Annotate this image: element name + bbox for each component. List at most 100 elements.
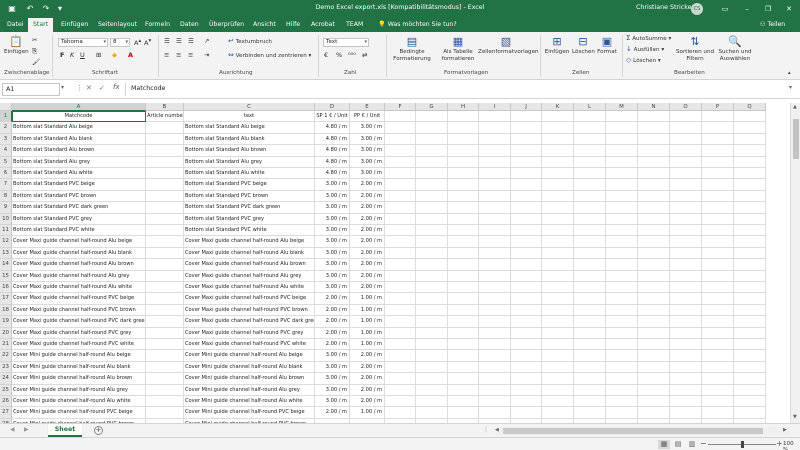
- table-cell[interactable]: [606, 133, 638, 146]
- table-cell[interactable]: [542, 316, 574, 328]
- table-cell[interactable]: Cover Maxi guide channel half-round PVC …: [184, 316, 315, 328]
- table-cell[interactable]: [734, 213, 766, 225]
- header-cell[interactable]: Article number: [146, 111, 184, 123]
- horizontal-scroll-thumb[interactable]: [503, 428, 763, 434]
- header-cell[interactable]: [734, 111, 766, 123]
- table-cell[interactable]: [734, 122, 766, 134]
- table-cell[interactable]: [702, 236, 734, 248]
- more-options-icon[interactable]: ⋮: [483, 426, 489, 433]
- table-cell[interactable]: [606, 270, 638, 282]
- table-cell[interactable]: 3.00 / m: [315, 213, 350, 225]
- table-cell[interactable]: [479, 327, 511, 339]
- table-cell[interactable]: [734, 236, 766, 248]
- table-cell[interactable]: [511, 225, 542, 237]
- table-cell[interactable]: [511, 122, 542, 134]
- table-cell[interactable]: Cover Mini guide channel half-round Alu …: [12, 361, 146, 374]
- restore-icon[interactable]: ❐: [761, 2, 775, 16]
- table-cell[interactable]: [734, 407, 766, 419]
- table-cell[interactable]: [542, 247, 574, 260]
- table-cell[interactable]: Bottom slat Standard PVC dark green: [12, 202, 146, 214]
- table-cell[interactable]: [702, 259, 734, 271]
- table-cell[interactable]: 3.00 / m: [315, 270, 350, 282]
- table-cell[interactable]: [146, 145, 184, 157]
- table-cell[interactable]: [638, 259, 670, 271]
- table-cell[interactable]: [385, 293, 416, 305]
- table-cell[interactable]: [385, 339, 416, 351]
- table-cell[interactable]: [638, 373, 670, 385]
- table-cell[interactable]: [448, 407, 479, 419]
- table-cell[interactable]: [385, 133, 416, 146]
- table-cell[interactable]: [574, 373, 606, 385]
- row-header[interactable]: 13: [0, 247, 12, 260]
- table-cell[interactable]: [670, 259, 702, 271]
- number-format-select[interactable]: Text ▾: [323, 38, 369, 47]
- table-cell[interactable]: [606, 202, 638, 214]
- table-cell[interactable]: [574, 282, 606, 294]
- sheet-tab[interactable]: Sheet: [48, 424, 82, 437]
- column-header-q[interactable]: Q: [734, 103, 766, 111]
- table-cell[interactable]: Bottom slat Standard Alu grey: [184, 156, 315, 168]
- row-header[interactable]: 18: [0, 304, 12, 317]
- table-cell[interactable]: 2.00 / m: [315, 339, 350, 351]
- table-cell[interactable]: [638, 270, 670, 282]
- table-cell[interactable]: [511, 190, 542, 203]
- table-cell[interactable]: [606, 168, 638, 180]
- table-cell[interactable]: [385, 316, 416, 328]
- table-cell[interactable]: [670, 168, 702, 180]
- table-cell[interactable]: [670, 156, 702, 168]
- table-cell[interactable]: 3.00 / m: [315, 384, 350, 396]
- table-cell[interactable]: 3.00 / m: [315, 282, 350, 294]
- table-cell[interactable]: [146, 122, 184, 134]
- italic-button[interactable]: K: [70, 51, 74, 60]
- table-cell[interactable]: [385, 247, 416, 260]
- row-header[interactable]: 19: [0, 316, 12, 328]
- table-cell[interactable]: [670, 316, 702, 328]
- table-cell[interactable]: 3.00 / m: [315, 361, 350, 374]
- table-cell[interactable]: 2.00 / m: [350, 350, 385, 362]
- table-cell[interactable]: [416, 202, 448, 214]
- table-cell[interactable]: [542, 122, 574, 134]
- column-header-d[interactable]: D: [315, 103, 350, 111]
- delete-cells-button[interactable]: ⊟ Löschen: [572, 35, 595, 56]
- table-cell[interactable]: [638, 247, 670, 260]
- table-cell[interactable]: [606, 407, 638, 419]
- font-size-select[interactable]: 8 ▾: [110, 38, 130, 47]
- table-cell[interactable]: Cover Maxi guide channel half-round Alu …: [12, 259, 146, 271]
- table-cell[interactable]: [670, 339, 702, 351]
- table-cell[interactable]: 2.00 / m: [315, 304, 350, 317]
- table-cell[interactable]: [734, 190, 766, 203]
- row-header[interactable]: 12: [0, 236, 12, 248]
- table-cell[interactable]: [479, 407, 511, 419]
- table-cell[interactable]: [542, 156, 574, 168]
- table-cell[interactable]: [385, 190, 416, 203]
- autosum-button[interactable]: Σ AutoSumme ▾: [626, 35, 671, 43]
- table-cell[interactable]: [416, 316, 448, 328]
- row-header[interactable]: 6: [0, 168, 12, 180]
- shrink-font-icon[interactable]: A▾: [144, 37, 151, 48]
- insert-cells-button[interactable]: ⊞ Einfügen: [544, 35, 570, 56]
- table-cell[interactable]: [448, 327, 479, 339]
- align-right-icon[interactable]: ≡: [188, 51, 193, 60]
- zoom-in-button[interactable]: +: [776, 439, 783, 448]
- vertical-scroll-thumb[interactable]: [793, 119, 799, 159]
- table-cell[interactable]: Cover Maxi guide channel half-round PVC …: [184, 327, 315, 339]
- next-sheet-icon[interactable]: ▶: [24, 426, 29, 433]
- column-header-a[interactable]: A: [12, 103, 146, 111]
- table-cell[interactable]: [479, 373, 511, 385]
- table-cell[interactable]: [479, 145, 511, 157]
- table-cell[interactable]: 3.00 / m: [350, 168, 385, 180]
- table-cell[interactable]: [606, 350, 638, 362]
- column-header-g[interactable]: G: [416, 103, 448, 111]
- minimize-icon[interactable]: –: [740, 2, 754, 16]
- table-cell[interactable]: [670, 225, 702, 237]
- table-cell[interactable]: [670, 122, 702, 134]
- table-cell[interactable]: [702, 122, 734, 134]
- table-cell[interactable]: [638, 384, 670, 396]
- align-middle-icon[interactable]: ☰: [176, 37, 182, 46]
- table-cell[interactable]: [416, 145, 448, 157]
- row-header[interactable]: 24: [0, 373, 12, 385]
- add-sheet-icon[interactable]: +: [94, 426, 103, 435]
- table-cell[interactable]: Cover Mini guide channel half-round PVC …: [184, 407, 315, 419]
- table-cell[interactable]: [574, 133, 606, 146]
- page-break-view-icon[interactable]: ▥: [686, 440, 698, 449]
